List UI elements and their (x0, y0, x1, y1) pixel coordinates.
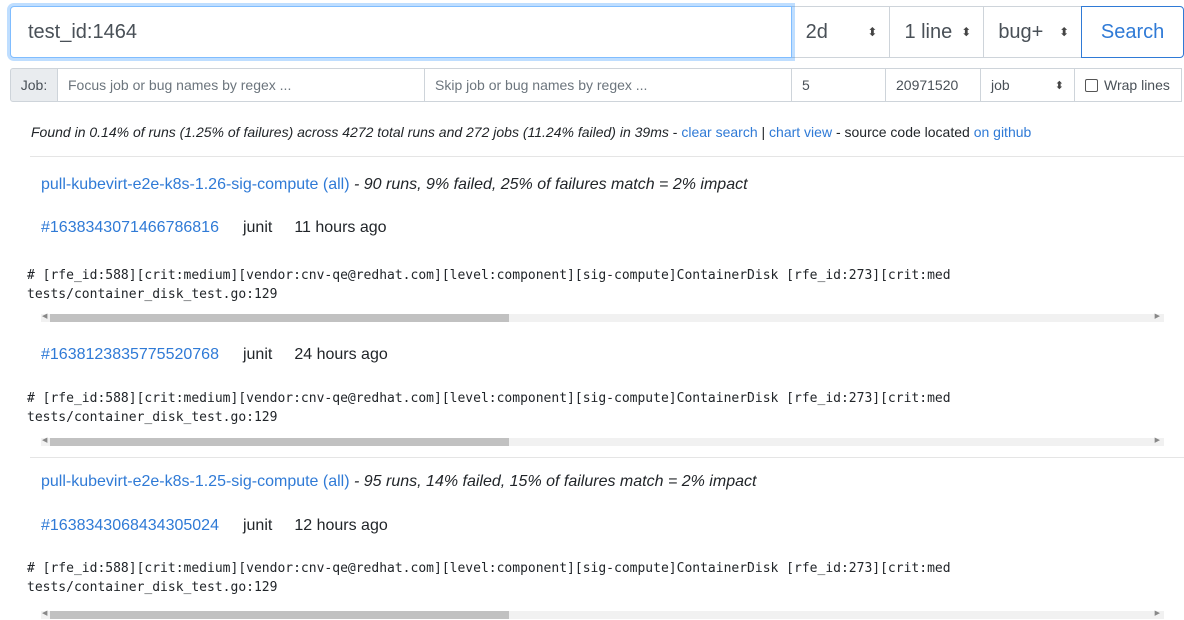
horizontal-scrollbar[interactable]: ◀ ▶ (41, 436, 1164, 446)
search-type-select[interactable]: bug+ ⬍ (984, 6, 1083, 58)
run-entry: #1638123835775520768 junit 24 hours ago (41, 346, 388, 364)
max-age-value: 2d (805, 20, 828, 43)
wrap-lines-checkbox[interactable] (1085, 78, 1098, 92)
wrap-lines-toggle[interactable]: Wrap lines (1074, 68, 1182, 102)
match-log: # [rfe_id:588][crit:medium][vendor:cnv-q… (27, 559, 1164, 597)
job-result-header: pull-kubevirt-e2e-k8s-1.25-sig-compute (… (41, 473, 756, 491)
match-line: tests/container_disk_test.go:129 (27, 410, 278, 425)
search-input[interactable] (10, 6, 792, 58)
job-filter-bar: Job: job ⬍ Wrap lines (10, 68, 1184, 102)
run-entry: #1638343071466786816 junit 11 hours ago (41, 219, 387, 237)
run-age: 12 hours ago (294, 517, 388, 534)
match-log: # [rfe_id:588][crit:medium][vendor:cnv-q… (27, 389, 1164, 427)
run-type: junit (242, 219, 273, 236)
wrap-lines-label: Wrap lines (1104, 77, 1170, 93)
chevron-updown-icon: ⬍ (961, 25, 972, 39)
horizontal-scrollbar[interactable]: ◀ ▶ (41, 609, 1164, 619)
match-line: # [rfe_id:588][crit:medium][vendor:cnv-q… (27, 391, 951, 406)
include-job-regex-input[interactable] (57, 68, 425, 102)
run-type: junit (242, 346, 273, 363)
match-line: # [rfe_id:588][crit:medium][vendor:cnv-q… (27, 268, 951, 283)
scrollbar-thumb[interactable] (50, 314, 509, 322)
summary-text: Found in 0.14% of runs (1.25% of failure… (31, 124, 669, 140)
run-id-link[interactable]: #1638343071466786816 (41, 219, 219, 236)
scroll-right-arrow-icon[interactable]: ▶ (1155, 436, 1160, 444)
group-by-value: job (991, 77, 1010, 93)
context-value: 1 line (904, 20, 953, 43)
run-age: 24 hours ago (294, 346, 388, 363)
search-button[interactable]: Search (1081, 6, 1184, 58)
run-entry: #1638343068434305024 junit 12 hours ago (41, 517, 388, 535)
horizontal-scrollbar[interactable]: ◀ ▶ (41, 312, 1164, 322)
scroll-left-arrow-icon[interactable]: ◀ (42, 609, 47, 617)
divider (30, 457, 1184, 458)
summary-sep: | (757, 124, 770, 140)
scrollbar-thumb[interactable] (50, 611, 509, 619)
github-link[interactable]: on github (974, 124, 1032, 140)
source-code-text: - source code located (832, 124, 974, 140)
match-line: tests/container_disk_test.go:129 (27, 580, 278, 595)
run-type: junit (242, 517, 273, 534)
max-age-select[interactable]: 2d ⬍ (791, 6, 891, 58)
chart-view-link[interactable]: chart view (769, 124, 832, 140)
scroll-left-arrow-icon[interactable]: ◀ (42, 312, 47, 320)
group-by-select[interactable]: job ⬍ (980, 68, 1075, 102)
match-log: # [rfe_id:588][crit:medium][vendor:cnv-q… (27, 266, 1164, 304)
exclude-job-regex-input[interactable] (424, 68, 792, 102)
summary-sep: - (668, 124, 682, 140)
chevron-updown-icon: ⬍ (1054, 79, 1064, 92)
clear-search-link[interactable]: clear search (681, 124, 757, 140)
job-link[interactable]: pull-kubevirt-e2e-k8s-1.26-sig-compute (… (41, 176, 350, 193)
search-summary: Found in 0.14% of runs (1.25% of failure… (31, 124, 1031, 140)
max-matches-input[interactable] (791, 68, 886, 102)
match-line: # [rfe_id:588][crit:medium][vendor:cnv-q… (27, 561, 951, 576)
search-bar: 2d ⬍ 1 line ⬍ bug+ ⬍ Search (10, 6, 1184, 58)
run-id-link[interactable]: #1638343068434305024 (41, 517, 219, 534)
scroll-right-arrow-icon[interactable]: ▶ (1155, 312, 1160, 320)
divider (30, 156, 1184, 157)
run-age: 11 hours ago (294, 219, 387, 236)
context-select[interactable]: 1 line ⬍ (890, 6, 985, 58)
chevron-updown-icon: ⬍ (1059, 25, 1070, 39)
job-stats: - 90 runs, 9% failed, 25% of failures ma… (349, 176, 748, 193)
run-id-link[interactable]: #1638123835775520768 (41, 346, 219, 363)
job-label: Job: (10, 68, 58, 102)
max-bytes-input[interactable] (885, 68, 981, 102)
job-result-header: pull-kubevirt-e2e-k8s-1.26-sig-compute (… (41, 176, 748, 194)
scrollbar-thumb[interactable] (50, 438, 509, 446)
job-link[interactable]: pull-kubevirt-e2e-k8s-1.25-sig-compute (… (41, 473, 350, 490)
match-line: tests/container_disk_test.go:129 (27, 287, 278, 302)
scroll-right-arrow-icon[interactable]: ▶ (1155, 609, 1160, 617)
job-stats: - 95 runs, 14% failed, 15% of failures m… (349, 473, 757, 490)
search-type-value: bug+ (998, 20, 1044, 43)
chevron-updown-icon: ⬍ (867, 25, 878, 39)
scroll-left-arrow-icon[interactable]: ◀ (42, 436, 47, 444)
